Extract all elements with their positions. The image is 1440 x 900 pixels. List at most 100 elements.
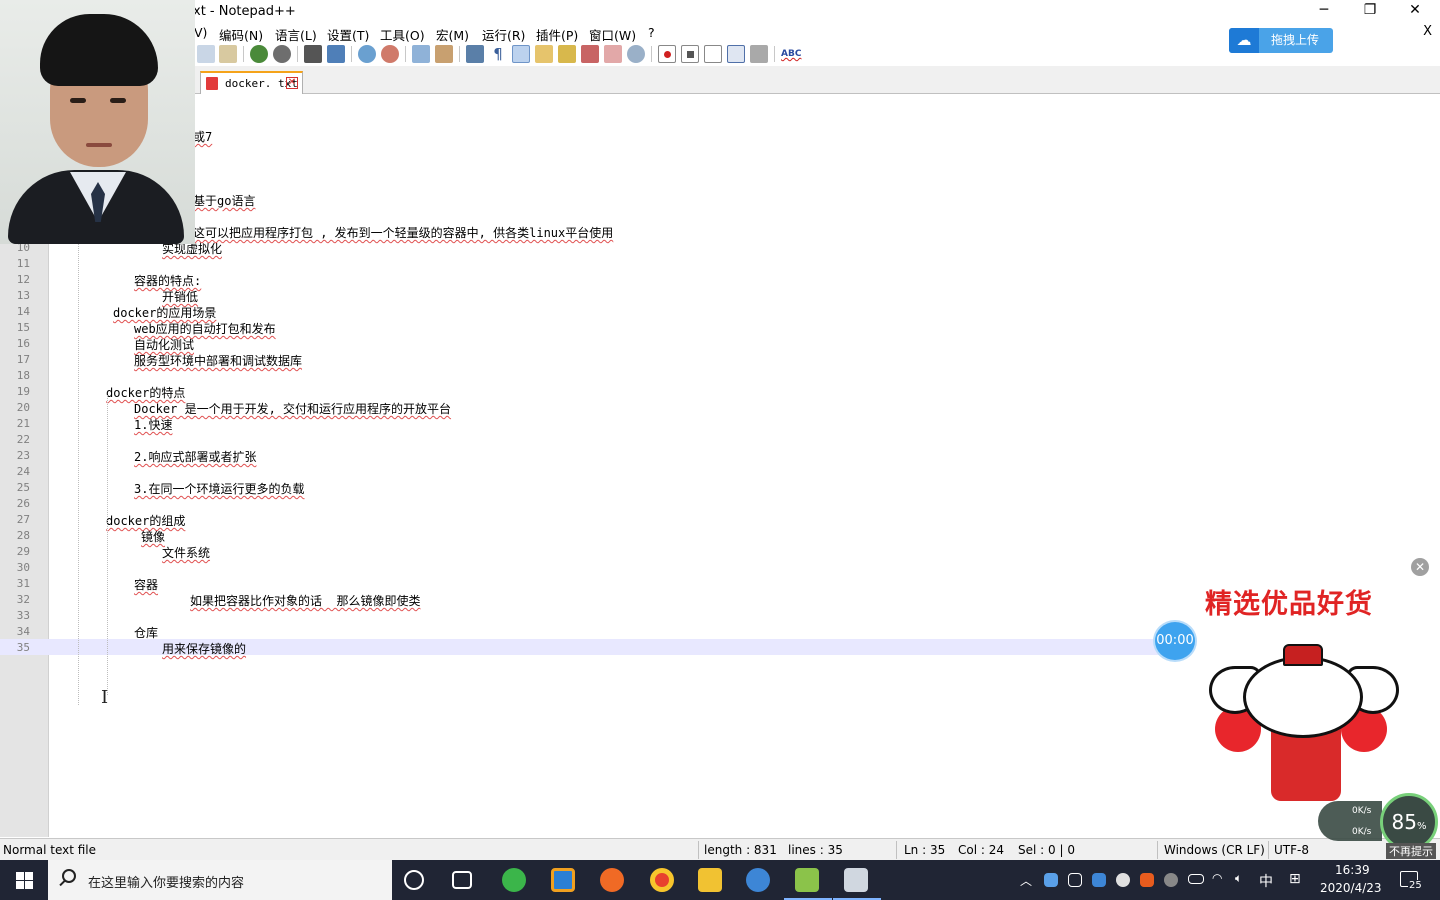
editor-line[interactable]: 这可以把应用程序打包 , 发布到一个轻量级的容器中, 供各类linux平台使用 (0, 223, 1440, 240)
save-macro-icon[interactable] (750, 45, 768, 63)
editor-line[interactable]: 16 自动化测试 (0, 335, 1440, 352)
editor-line[interactable]: 27 docker的组成 (0, 511, 1440, 528)
editor-line[interactable]: 18 (0, 367, 1440, 383)
editor-line[interactable]: 或7 (0, 127, 1440, 144)
tray-app-icon[interactable] (1140, 873, 1154, 887)
function-list-icon[interactable] (581, 45, 599, 63)
tray-expand-icon[interactable]: ︿ (1020, 872, 1032, 889)
editor-line[interactable]: 26 (0, 495, 1440, 511)
notification-count: 25 (1408, 880, 1423, 891)
tray-app-icon[interactable] (1068, 873, 1082, 887)
network-speed-panel (1318, 801, 1382, 841)
editor-line[interactable]: 20 Docker 是一个用于开发, 交付和运行应用程序的开放平台 (0, 399, 1440, 416)
search-placeholder: 在这里输入你要搜索的内容 (88, 876, 245, 891)
play-macro-icon[interactable] (704, 45, 722, 63)
editor-line[interactable]: 11 (0, 255, 1440, 271)
tab-docker-txt[interactable]: docker. txt ✕ (200, 71, 303, 94)
editor-line[interactable]: 14 docker的应用场景 (0, 303, 1440, 320)
dont-show-again-link[interactable]: 不再提示 (1386, 843, 1436, 859)
show-all-characters-icon[interactable]: ¶ (489, 45, 507, 63)
taskbar-search-box[interactable]: 在这里输入你要搜索的内容 (48, 860, 392, 900)
stop-macro-icon[interactable] (681, 45, 699, 63)
undo-icon[interactable] (250, 45, 268, 63)
vmware-icon[interactable] (746, 868, 770, 892)
editor-line[interactable]: 15 web应用的自动打包和发布 (0, 319, 1440, 336)
zoom-in-icon[interactable] (358, 45, 376, 63)
wechat-icon[interactable] (502, 868, 526, 892)
editor-line[interactable]: 17 服务型环境中部署和调试数据库 (0, 351, 1440, 368)
ad-close-icon[interactable]: ✕ (1411, 558, 1429, 576)
status-line-number: Ln : 35 (904, 843, 946, 857)
line-number: 15 (16, 321, 30, 334)
task-view-icon[interactable] (452, 871, 472, 889)
spell-check-icon[interactable]: ABC (781, 45, 801, 63)
line-number: 30 (16, 561, 30, 574)
qq-tray-icon[interactable] (1116, 873, 1130, 887)
user-language-icon[interactable] (535, 45, 553, 63)
toolbar-separator (405, 46, 406, 62)
copy-icon[interactable] (197, 45, 215, 63)
cortana-icon[interactable] (404, 870, 424, 890)
firefox-icon[interactable] (600, 868, 624, 892)
paste-icon[interactable] (219, 45, 237, 63)
tray-app-icon[interactable] (1092, 873, 1106, 887)
word-wrap-icon[interactable] (466, 45, 484, 63)
battery-icon[interactable] (1188, 874, 1204, 884)
folder-workspace-icon[interactable] (604, 45, 622, 63)
editor-line[interactable]: 19 docker的特点 (0, 383, 1440, 400)
close-button[interactable]: ✕ (1392, 0, 1438, 22)
menu-bar: V) 编码(N) 语言(L) 设置(T) 工具(O) 宏(M) 运行(R) 插件… (0, 22, 1440, 43)
editor-line[interactable]: 10 实现虚拟化 (0, 239, 1440, 256)
recording-timer[interactable]: 00:00 (1153, 620, 1197, 662)
status-eol[interactable]: Windows (CR LF) (1164, 843, 1265, 857)
status-length: length : 831 (704, 843, 777, 857)
status-encoding[interactable]: UTF-8 (1274, 843, 1309, 857)
notepad-plus-plus-icon[interactable] (795, 868, 819, 892)
line-number: 13 (16, 289, 30, 302)
taskbar: 在这里输入你要搜索的内容 ︿ ◠ 🔈︎ 中 ⊞ 16:39 2020/4/23 … (0, 860, 1440, 900)
maximize-button[interactable]: ❐ (1347, 0, 1393, 22)
monitoring-icon[interactable] (627, 45, 645, 63)
chrome-icon[interactable] (650, 868, 674, 892)
indent-guide-icon[interactable] (512, 45, 530, 63)
close-document-button[interactable]: X (1423, 24, 1432, 39)
tab-bar: docker. txt ✕ (0, 66, 1440, 94)
baidu-cloud-tray-icon[interactable] (1044, 873, 1058, 887)
file-explorer-icon[interactable] (698, 868, 722, 892)
upload-button[interactable]: ☁ 拖拽上传 (1229, 28, 1333, 53)
window-title: xt - Notepad++ (193, 4, 296, 19)
document-map-icon[interactable] (558, 45, 576, 63)
editor-line[interactable]: 28 镜像 (0, 527, 1440, 544)
replace-icon[interactable] (327, 45, 345, 63)
menu-help[interactable]: ? (648, 25, 655, 40)
editor-line[interactable]: 13 开销低 (0, 287, 1440, 304)
editor-line[interactable]: 25 3.在同一个环境运行更多的负载 (0, 479, 1440, 496)
clock-date[interactable]: 2020/4/23 (1320, 881, 1382, 895)
zoom-out-icon[interactable] (381, 45, 399, 63)
record-macro-icon[interactable] (658, 45, 676, 63)
editor-line[interactable]: 12 容器的特点: (0, 271, 1440, 288)
start-button[interactable] (0, 860, 48, 900)
wifi-icon[interactable]: ◠ (1212, 871, 1222, 885)
windows-logo-icon (16, 872, 24, 880)
sync-horizontal-icon[interactable] (435, 45, 453, 63)
editor-line[interactable]: 基于go语言 (0, 191, 1440, 208)
screen-recorder-icon[interactable] (551, 868, 575, 892)
editor-line[interactable]: 21 1.快速 (0, 415, 1440, 432)
tray-app-icon[interactable] (1164, 873, 1178, 887)
tab-close-icon[interactable]: ✕ (286, 77, 298, 89)
editor-line[interactable]: 24 (0, 463, 1440, 479)
menu-view[interactable]: V) (194, 25, 207, 40)
editor-line[interactable]: 22 (0, 431, 1440, 447)
remote-desktop-icon[interactable] (844, 868, 868, 892)
volume-icon[interactable]: 🔈︎ (1235, 871, 1242, 886)
clock-time[interactable]: 16:39 (1335, 863, 1370, 877)
run-macro-multiple-icon[interactable] (727, 45, 745, 63)
minimize-button[interactable]: ─ (1301, 0, 1347, 22)
editor-line[interactable]: 23 2.响应式部署或者扩张 (0, 447, 1440, 464)
ime-mode-icon[interactable]: ⊞ (1289, 871, 1301, 887)
sync-vertical-icon[interactable] (412, 45, 430, 63)
redo-icon[interactable] (273, 45, 291, 63)
find-icon[interactable] (304, 45, 322, 63)
ime-indicator[interactable]: 中 (1259, 871, 1273, 891)
